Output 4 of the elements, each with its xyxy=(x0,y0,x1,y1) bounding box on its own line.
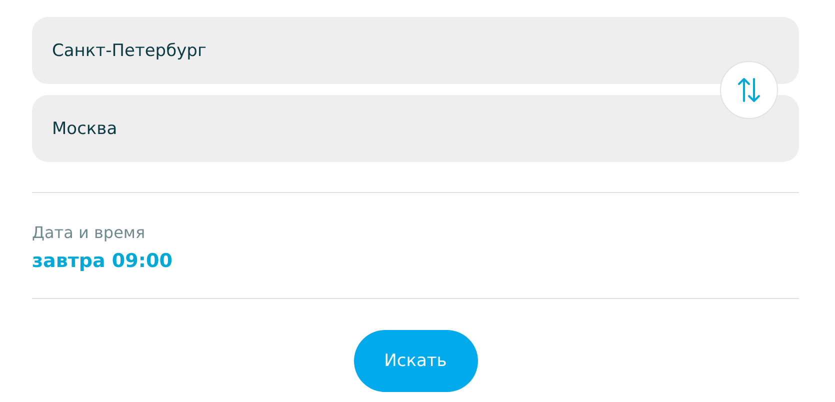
swap-icon xyxy=(737,77,761,103)
origin-field[interactable]: Санкт-Петербург xyxy=(32,17,799,84)
destination-field[interactable]: Москва xyxy=(32,95,799,162)
datetime-label: Дата и время xyxy=(32,223,146,242)
